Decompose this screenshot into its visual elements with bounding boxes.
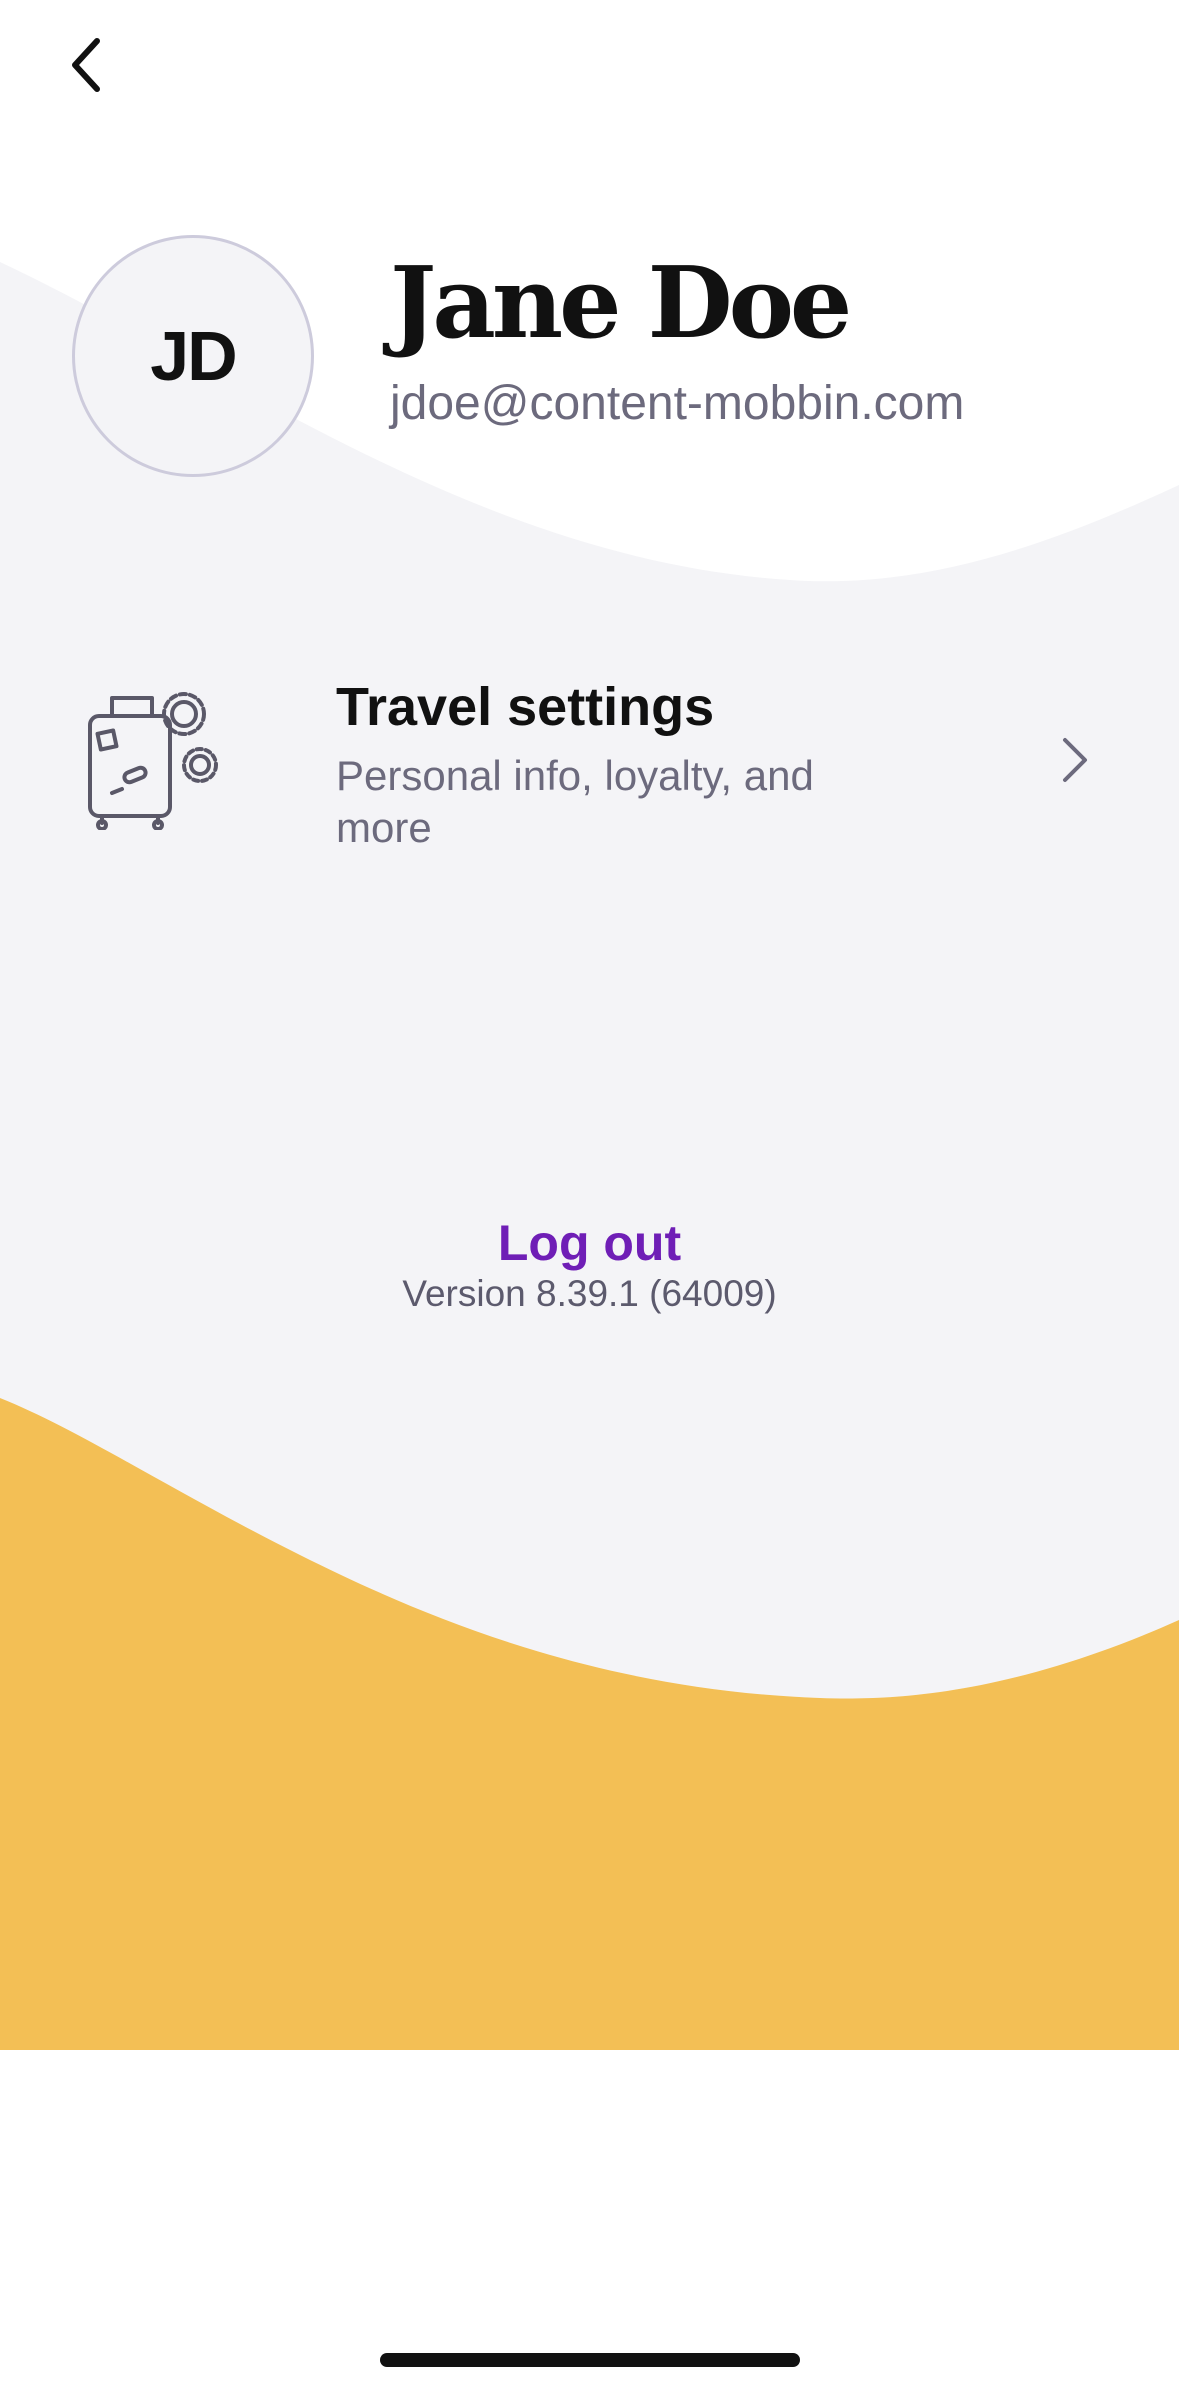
version-text: Version 8.39.1 (64009) <box>402 1273 777 1314</box>
gray-wave-area <box>0 262 1179 1699</box>
account-screen: JD Jane Doe jdoe@content-mobbin.com Trav… <box>0 0 1179 2396</box>
back-button[interactable] <box>50 30 120 100</box>
chevron-right-icon <box>1063 738 1087 782</box>
user-email: jdoe@content-mobbin.com <box>390 377 965 430</box>
chevron-left-icon <box>72 38 100 92</box>
avatar-initials: JD <box>150 317 237 395</box>
avatar: JD <box>72 235 314 477</box>
travel-settings-row[interactable]: Travel settings Personal info, loyalty, … <box>0 660 1179 860</box>
travel-settings-subtitle: Personal info, loyalty, and more <box>336 752 814 851</box>
logout-button[interactable]: Log out <box>0 1213 1179 1273</box>
home-indicator[interactable] <box>380 2353 800 2367</box>
travel-settings-title: Travel settings <box>336 677 715 737</box>
luggage-gear-icon <box>88 692 218 830</box>
user-name: Jane Doe <box>390 246 852 361</box>
